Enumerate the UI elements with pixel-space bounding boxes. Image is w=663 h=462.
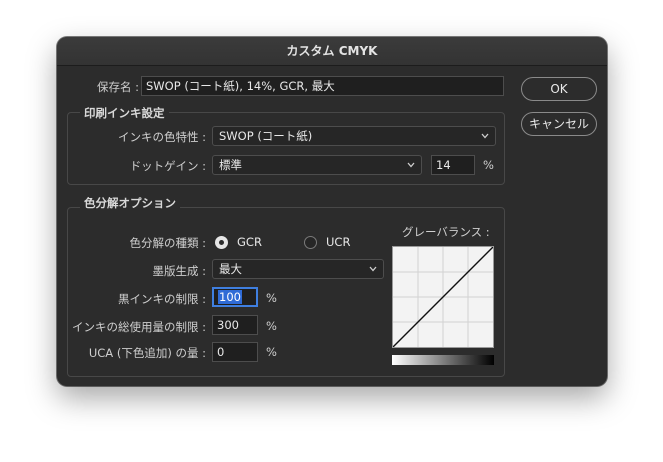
ucr-option-label[interactable]: UCR [326, 235, 350, 249]
black-generation-select[interactable]: 最大 [212, 259, 384, 279]
black-generation-value: 最大 [219, 262, 242, 276]
name-field[interactable]: SWOP (コート紙), 14%, GCR, 最大 [141, 76, 504, 96]
name-label: 保存名 : [96, 80, 139, 94]
black-ink-limit-unit: % [266, 291, 277, 305]
dot-gain-select[interactable]: 標準 [212, 155, 422, 175]
chevron-down-icon [369, 266, 377, 272]
cancel-button[interactable]: キャンセル [521, 112, 597, 136]
separation-options-title: 色分解オプション [80, 195, 180, 211]
uca-amount-label: UCA (下色追加) の量 : [88, 346, 206, 360]
gray-balance-graph [392, 246, 494, 348]
custom-cmyk-dialog: カスタム CMYK 保存名 : SWOP (コート紙), 14%, GCR, 最… [57, 37, 607, 386]
dialog-title: カスタム CMYK [57, 37, 607, 66]
ink-options-title: 印刷インキ設定 [80, 105, 169, 121]
chevron-down-icon [407, 162, 415, 168]
ink-colors-label: インキの色特性 : [117, 130, 206, 144]
black-ink-limit-field[interactable]: 100 [212, 287, 258, 307]
radio-unselected-icon[interactable] [304, 236, 317, 249]
dot-gain-label: ドットゲイン : [129, 159, 206, 173]
uca-amount-unit: % [266, 345, 277, 359]
black-ink-limit-label: 黒インキの制限 : [117, 292, 206, 306]
chevron-down-icon [481, 133, 489, 139]
total-ink-limit-unit: % [266, 319, 277, 333]
ink-colors-select[interactable]: SWOP (コート紙) [212, 126, 496, 146]
total-ink-limit-label: インキの総使用量の制限 : [71, 320, 206, 334]
ink-colors-value: SWOP (コート紙) [219, 129, 313, 143]
black-ink-limit-value: 100 [218, 290, 242, 304]
black-generation-label: 墨版生成 : [152, 264, 206, 278]
uca-amount-field[interactable]: 0 [212, 342, 258, 362]
dot-gain-value: 標準 [219, 158, 242, 172]
gray-ramp-gradient [392, 355, 494, 365]
gray-ramp-label: グレーバランス : [402, 225, 490, 239]
total-ink-limit-field[interactable]: 300 [212, 315, 258, 335]
gray-balance-curve [393, 247, 493, 347]
separation-type-label: 色分解の種類 : [129, 236, 206, 250]
ok-button[interactable]: OK [521, 77, 597, 101]
dot-gain-unit: % [483, 158, 494, 172]
radio-selected-icon[interactable] [215, 236, 228, 249]
gcr-option-label[interactable]: GCR [237, 235, 262, 249]
dot-gain-amount-field[interactable]: 14 [431, 155, 475, 175]
